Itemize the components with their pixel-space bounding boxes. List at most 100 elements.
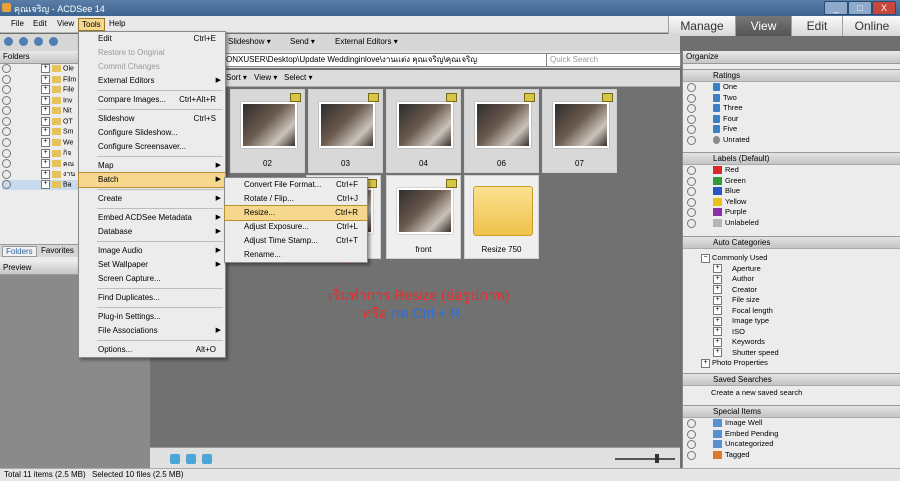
rating-item[interactable]: Two [683, 93, 900, 104]
menu-item[interactable]: Edit Ctrl+E [79, 32, 225, 46]
menu-item[interactable]: Create ▶ [79, 192, 225, 206]
visibility-icon[interactable] [2, 169, 11, 179]
menu-item[interactable]: Slideshow Ctrl+S [79, 112, 225, 126]
autocat-item[interactable]: + Creator [683, 285, 900, 296]
menu-item[interactable]: Configure Slideshow... [79, 126, 225, 140]
special-item[interactable]: Embed Pending [683, 429, 900, 440]
zoom-slider-handle[interactable] [655, 454, 659, 463]
menu-item[interactable]: Screen Capture... [79, 272, 225, 286]
menu-file[interactable]: File [8, 18, 27, 29]
menu-item[interactable]: Configure Screensaver... [79, 140, 225, 154]
visibility-icon[interactable] [687, 208, 696, 217]
mode-online-tab[interactable]: Online [842, 16, 900, 36]
thumbnail-item[interactable]: Resize 750 [464, 175, 539, 259]
expand-icon[interactable]: + [41, 159, 50, 169]
menu-item[interactable]: Options... Alt+O [79, 343, 225, 357]
expand-icon[interactable]: + [713, 306, 722, 316]
visibility-icon[interactable] [2, 116, 11, 126]
tab-folders[interactable]: Folders [2, 246, 37, 257]
thumbnail-item[interactable]: 07 [542, 89, 617, 173]
menu-item[interactable]: Embed ACDSee Metadata ▶ [79, 211, 225, 225]
select-button[interactable]: Select ▾ [284, 73, 312, 82]
menu-item[interactable]: Convert File Format... Ctrl+F [225, 178, 367, 192]
visibility-icon[interactable] [2, 74, 11, 84]
autocat-item[interactable]: + ISO [683, 327, 900, 338]
expand-icon[interactable]: + [41, 106, 50, 115]
mode-view-tab[interactable]: View [735, 16, 791, 36]
expand-icon[interactable]: + [713, 327, 722, 337]
menu-item[interactable]: Map ▶ [79, 159, 225, 173]
thumbnail-item[interactable]: 06 [464, 89, 539, 173]
expand-icon[interactable]: + [713, 274, 722, 284]
autocat-group[interactable]: − Commonly Used [683, 253, 900, 264]
menu-item[interactable]: Compare Images... Ctrl+Alt+R [79, 93, 225, 107]
autocat-item[interactable]: + File size [683, 295, 900, 306]
mode-manage-tab[interactable]: Manage [668, 16, 735, 36]
menu-help[interactable]: Help [106, 18, 128, 29]
expand-icon[interactable]: + [41, 148, 50, 158]
visibility-icon[interactable] [2, 85, 11, 94]
menu-item[interactable]: Batch ▶ [78, 172, 226, 188]
visibility-icon[interactable] [2, 137, 11, 147]
nav-back-icon[interactable] [4, 37, 13, 46]
expand-icon[interactable]: + [713, 316, 722, 326]
thumbnail-item[interactable]: 02 [230, 89, 305, 173]
menu-item[interactable]: Adjust Time Stamp... Ctrl+T [225, 234, 367, 248]
visibility-icon[interactable] [2, 127, 11, 136]
thumbnail-item[interactable]: front [386, 175, 461, 259]
saved-searches-header[interactable]: Saved Searches [683, 373, 900, 386]
menu-item[interactable]: Plug-in Settings... [79, 310, 225, 324]
close-button[interactable]: X [872, 1, 896, 15]
visibility-icon[interactable] [687, 176, 696, 186]
label-item[interactable]: Green [683, 176, 900, 187]
visibility-icon[interactable] [687, 218, 696, 228]
expand-icon[interactable]: + [41, 74, 50, 84]
create-saved-search[interactable]: Create a new saved search [683, 388, 900, 399]
rating-item[interactable]: Three [683, 103, 900, 114]
autocat-item[interactable]: + Keywords [683, 337, 900, 348]
external-editors-button[interactable]: External Editors ▾ [335, 37, 398, 46]
labels-header[interactable]: Labels (Default) [683, 152, 900, 165]
label-item[interactable]: Unlabeled [683, 218, 900, 229]
expand-icon[interactable]: + [713, 264, 722, 274]
visibility-icon[interactable] [687, 104, 696, 113]
visibility-icon[interactable] [687, 440, 696, 449]
visibility-icon[interactable] [687, 93, 696, 103]
autocat-item[interactable]: + Aperture [683, 264, 900, 275]
autocat-item[interactable]: + Author [683, 274, 900, 285]
menu-item[interactable]: Rotate / Flip... Ctrl+J [225, 192, 367, 206]
nav-home-icon[interactable] [49, 37, 58, 46]
rotate-right-icon[interactable] [202, 454, 212, 464]
nav-up-icon[interactable] [34, 37, 43, 46]
menu-view[interactable]: View [54, 18, 77, 29]
filmstrip-icon[interactable] [170, 454, 180, 464]
visibility-icon[interactable] [687, 429, 696, 439]
visibility-icon[interactable] [687, 187, 696, 196]
rating-item[interactable]: Five [683, 124, 900, 135]
visibility-icon[interactable] [2, 95, 11, 105]
menu-item[interactable]: File Associations ▶ [79, 324, 225, 338]
minimize-button[interactable]: _ [824, 1, 848, 15]
visibility-icon[interactable] [2, 179, 11, 189]
expand-icon[interactable]: + [713, 348, 722, 358]
autocat-photo-properties[interactable]: + Photo Properties [683, 358, 900, 369]
visibility-icon[interactable] [687, 450, 696, 460]
visibility-icon[interactable] [687, 166, 696, 175]
visibility-icon[interactable] [687, 125, 696, 134]
expand-icon[interactable]: + [41, 116, 50, 126]
label-item[interactable]: Blue [683, 186, 900, 197]
visibility-icon[interactable] [687, 83, 696, 92]
visibility-icon[interactable] [687, 419, 696, 428]
expand-icon[interactable]: + [41, 95, 50, 105]
expand-icon[interactable]: + [41, 179, 50, 189]
tab-favorites[interactable]: Favorites [38, 246, 77, 255]
menu-item[interactable]: Database ▶ [79, 225, 225, 239]
visibility-icon[interactable] [2, 106, 11, 115]
nav-forward-icon[interactable] [19, 37, 28, 46]
special-item[interactable]: Uncategorized [683, 439, 900, 450]
expand-icon[interactable]: + [41, 169, 50, 179]
label-item[interactable]: Yellow [683, 197, 900, 208]
view-button[interactable]: View ▾ [254, 73, 277, 82]
expand-icon[interactable]: + [41, 127, 50, 136]
menu-tools[interactable]: Tools [78, 18, 105, 31]
